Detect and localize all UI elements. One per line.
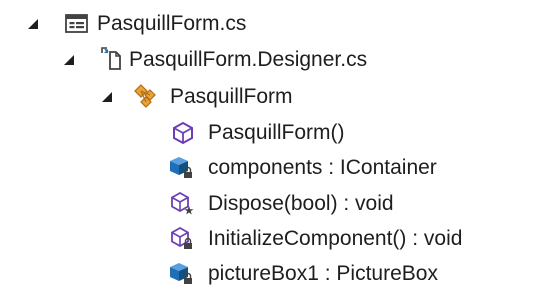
tree-item-label: PasquillForm.cs <box>97 12 247 35</box>
tree-item-label: PasquillForm <box>170 85 293 108</box>
method-private-icon <box>171 226 192 249</box>
csharp-form-file-icon <box>65 14 88 33</box>
tree-item-label: InitializeComponent() : void <box>208 227 463 250</box>
tree-item-initializecomponent-method[interactable]: InitializeComponent() : void <box>0 221 538 257</box>
tree-item-label: PasquillForm() <box>208 121 345 144</box>
tree-item-label: components : IContainer <box>208 156 437 179</box>
field-private-icon <box>170 263 192 284</box>
expand-arrow-icon[interactable] <box>100 90 114 104</box>
tree-item-label: PasquillForm.Designer.cs <box>129 48 368 71</box>
field-private-icon <box>170 157 192 178</box>
tree-item-label: pictureBox1 : PictureBox <box>208 262 438 285</box>
designer-file-icon <box>101 47 121 70</box>
tree-item-pasquillform-cs[interactable]: PasquillForm.cs <box>0 6 538 42</box>
tree-item-components-field[interactable]: components : IContainer <box>0 150 538 186</box>
expand-arrow-icon[interactable] <box>62 53 76 67</box>
class-icon <box>134 84 156 108</box>
tree-item-designer-cs[interactable]: PasquillForm.Designer.cs <box>0 42 538 78</box>
method-public-icon <box>173 121 193 145</box>
tree-item-dispose-method[interactable]: Dispose(bool) : void <box>0 186 538 222</box>
tree-item-constructor[interactable]: PasquillForm() <box>0 115 538 151</box>
solution-explorer-tree: PasquillForm.cs PasquillForm.Designer.cs… <box>0 0 538 296</box>
tree-item-label: Dispose(bool) : void <box>208 192 394 215</box>
method-protected-icon <box>171 191 194 215</box>
tree-item-picturebox1-field[interactable]: pictureBox1 : PictureBox <box>0 256 538 292</box>
tree-item-pasquillform-class[interactable]: PasquillForm <box>0 79 538 115</box>
expand-arrow-icon[interactable] <box>26 17 40 31</box>
